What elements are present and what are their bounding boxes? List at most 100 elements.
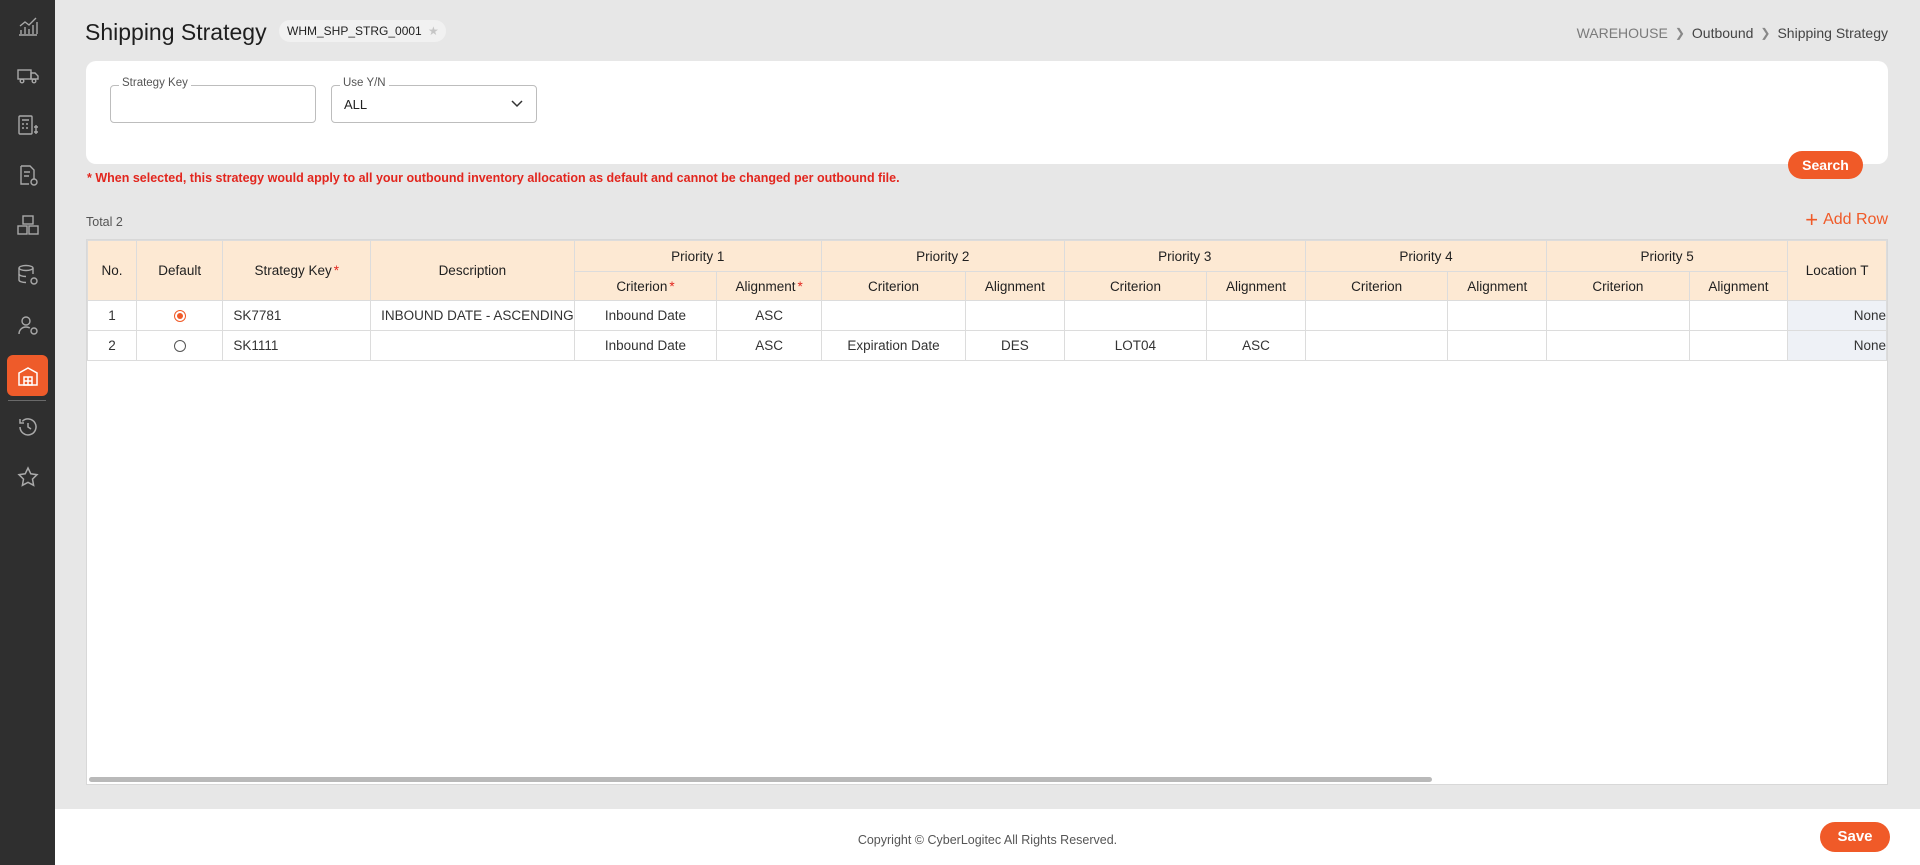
col-header-strategy-key: Strategy Key * [222, 240, 372, 301]
search-button[interactable]: Search [1788, 151, 1863, 179]
add-row-label: Add Row [1823, 211, 1888, 228]
page-title: Shipping Strategy [85, 19, 267, 45]
save-button[interactable]: Save [1820, 822, 1890, 852]
sidebar-item-analytics[interactable] [7, 5, 48, 46]
cell-p1-alignment[interactable]: ASC [716, 330, 822, 361]
cell-location[interactable]: None [1787, 330, 1887, 361]
bookmark-star-icon[interactable]: ★ [428, 20, 439, 42]
col-header-p5-alignment: Alignment [1688, 271, 1789, 301]
sidebar-item-inventory[interactable] [7, 204, 48, 245]
p1-alignment-label: Alignment [735, 278, 796, 294]
strategy-key-label: Strategy Key [119, 77, 191, 89]
plus-icon: + [1805, 207, 1819, 232]
cell-p1-criterion[interactable]: Inbound Date [573, 330, 718, 361]
strategy-grid: No. Default Strategy Key * Description Pr… [86, 239, 1888, 785]
user-settings-icon [17, 315, 38, 335]
strategy-table: No. Default Strategy Key * Description Pr… [87, 240, 1887, 361]
cell-p5-alignment[interactable] [1688, 330, 1789, 361]
col-header-default: Default [135, 240, 224, 301]
col-header-priority-4: Priority 4 [1304, 240, 1548, 272]
cell-description[interactable] [370, 330, 575, 361]
cell-p4-criterion[interactable] [1304, 330, 1449, 361]
sidebar-item-favorites[interactable] [7, 456, 48, 497]
col-header-location: Location T [1787, 240, 1887, 301]
cell-p2-criterion[interactable] [820, 300, 967, 331]
chevron-down-icon [511, 100, 523, 108]
strategy-key-field[interactable]: Strategy Key [110, 77, 316, 123]
cell-strategy-key[interactable]: SK1111 [222, 330, 372, 361]
cell-p5-criterion[interactable] [1546, 300, 1690, 331]
cell-p4-criterion[interactable] [1304, 300, 1449, 331]
cell-p3-criterion[interactable]: LOT04 [1063, 330, 1208, 361]
col-header-p1-criterion: Criterion * [573, 271, 718, 301]
col-header-p2-criterion: Criterion [820, 271, 967, 301]
sidebar-item-users[interactable] [7, 304, 48, 345]
cell-default[interactable] [135, 300, 224, 331]
cell-no: 2 [87, 330, 137, 361]
table-row[interactable]: 2 SK1111 Inbound Date ASC Expiration Dat… [87, 330, 1887, 361]
sidebar-divider [8, 400, 46, 401]
sidebar-item-documents[interactable] [7, 154, 48, 195]
search-panel: Strategy Key Use Y/N ALL [86, 61, 1888, 164]
use-yn-value: ALL [344, 97, 368, 112]
default-radio[interactable] [173, 310, 186, 323]
default-radio[interactable] [173, 340, 186, 353]
sidebar-item-history[interactable] [7, 406, 48, 447]
col-header-p3-criterion: Criterion [1063, 271, 1208, 301]
analytics-chart-icon [18, 17, 38, 36]
cell-no: 1 [87, 300, 137, 331]
breadcrumb-item-outbound[interactable]: Outbound [1692, 25, 1754, 41]
table-row[interactable]: 1 SK7781 INBOUND DATE - ASCENDING Inboun… [87, 300, 1887, 331]
col-header-p1-alignment: Alignment * [716, 271, 822, 301]
sidebar-item-warehouse[interactable] [7, 355, 48, 396]
horizontal-scrollbar[interactable] [89, 777, 1432, 782]
use-yn-label: Use Y/N [340, 77, 389, 89]
cell-p3-alignment[interactable]: ASC [1206, 330, 1306, 361]
cell-description[interactable]: INBOUND DATE - ASCENDING [370, 300, 575, 331]
col-header-p4-criterion: Criterion [1304, 271, 1449, 301]
breadcrumb: WAREHOUSE ❯ Outbound ❯ Shipping Strategy [1577, 25, 1888, 41]
sidebar-item-master-data[interactable] [7, 254, 48, 295]
cell-location[interactable]: None [1787, 300, 1887, 331]
cell-p1-alignment[interactable]: ASC [716, 300, 822, 331]
required-mark: * [333, 263, 339, 278]
breadcrumb-item-current: Shipping Strategy [1777, 25, 1888, 41]
sidebar-item-transport[interactable] [7, 54, 48, 95]
inventory-boxes-icon [16, 214, 39, 235]
cell-p4-alignment[interactable] [1447, 300, 1548, 331]
cell-p2-alignment[interactable] [965, 300, 1065, 331]
col-header-p3-alignment: Alignment [1206, 271, 1306, 301]
cell-p2-criterion[interactable]: Expiration Date [820, 330, 967, 361]
cell-p3-alignment[interactable] [1206, 300, 1306, 331]
col-header-priority-5: Priority 5 [1546, 240, 1789, 272]
database-settings-icon [17, 264, 38, 285]
sidebar-item-billing[interactable] [7, 104, 48, 145]
add-row-button[interactable]: + Add Row [1805, 207, 1888, 232]
use-yn-select[interactable]: Use Y/N ALL [331, 77, 537, 123]
col-header-p5-criterion: Criterion [1546, 271, 1690, 301]
billing-calculator-icon [17, 114, 38, 135]
col-header-strategy-key-label: Strategy Key [254, 263, 332, 278]
cell-default[interactable] [135, 330, 224, 361]
cell-p2-alignment[interactable]: DES [965, 330, 1065, 361]
chevron-right-icon: ❯ [1760, 26, 1771, 40]
footer: Copyright © CyberLogitec All Rights Rese… [55, 809, 1920, 865]
warehouse-icon [17, 366, 38, 386]
required-mark: * [669, 278, 675, 294]
sidebar [0, 0, 55, 865]
col-header-description: Description [370, 240, 575, 301]
cell-p3-criterion[interactable] [1063, 300, 1208, 331]
screen-code-chip: WHM_SHP_STRG_0001 ★ [279, 20, 446, 42]
col-header-priority-2: Priority 2 [820, 240, 1065, 272]
col-header-priority-3: Priority 3 [1063, 240, 1306, 272]
cell-p1-criterion[interactable]: Inbound Date [573, 300, 718, 331]
breadcrumb-item-warehouse[interactable]: WAREHOUSE [1577, 25, 1668, 41]
cell-strategy-key[interactable]: SK7781 [222, 300, 372, 331]
default-strategy-note: * When selected, this strategy would app… [87, 171, 900, 185]
cell-p5-alignment[interactable] [1688, 300, 1789, 331]
screen-code: WHM_SHP_STRG_0001 [287, 24, 422, 38]
col-header-p4-alignment: Alignment [1447, 271, 1548, 301]
cell-p4-alignment[interactable] [1447, 330, 1548, 361]
cell-p5-criterion[interactable] [1546, 330, 1690, 361]
document-settings-icon [19, 164, 38, 186]
